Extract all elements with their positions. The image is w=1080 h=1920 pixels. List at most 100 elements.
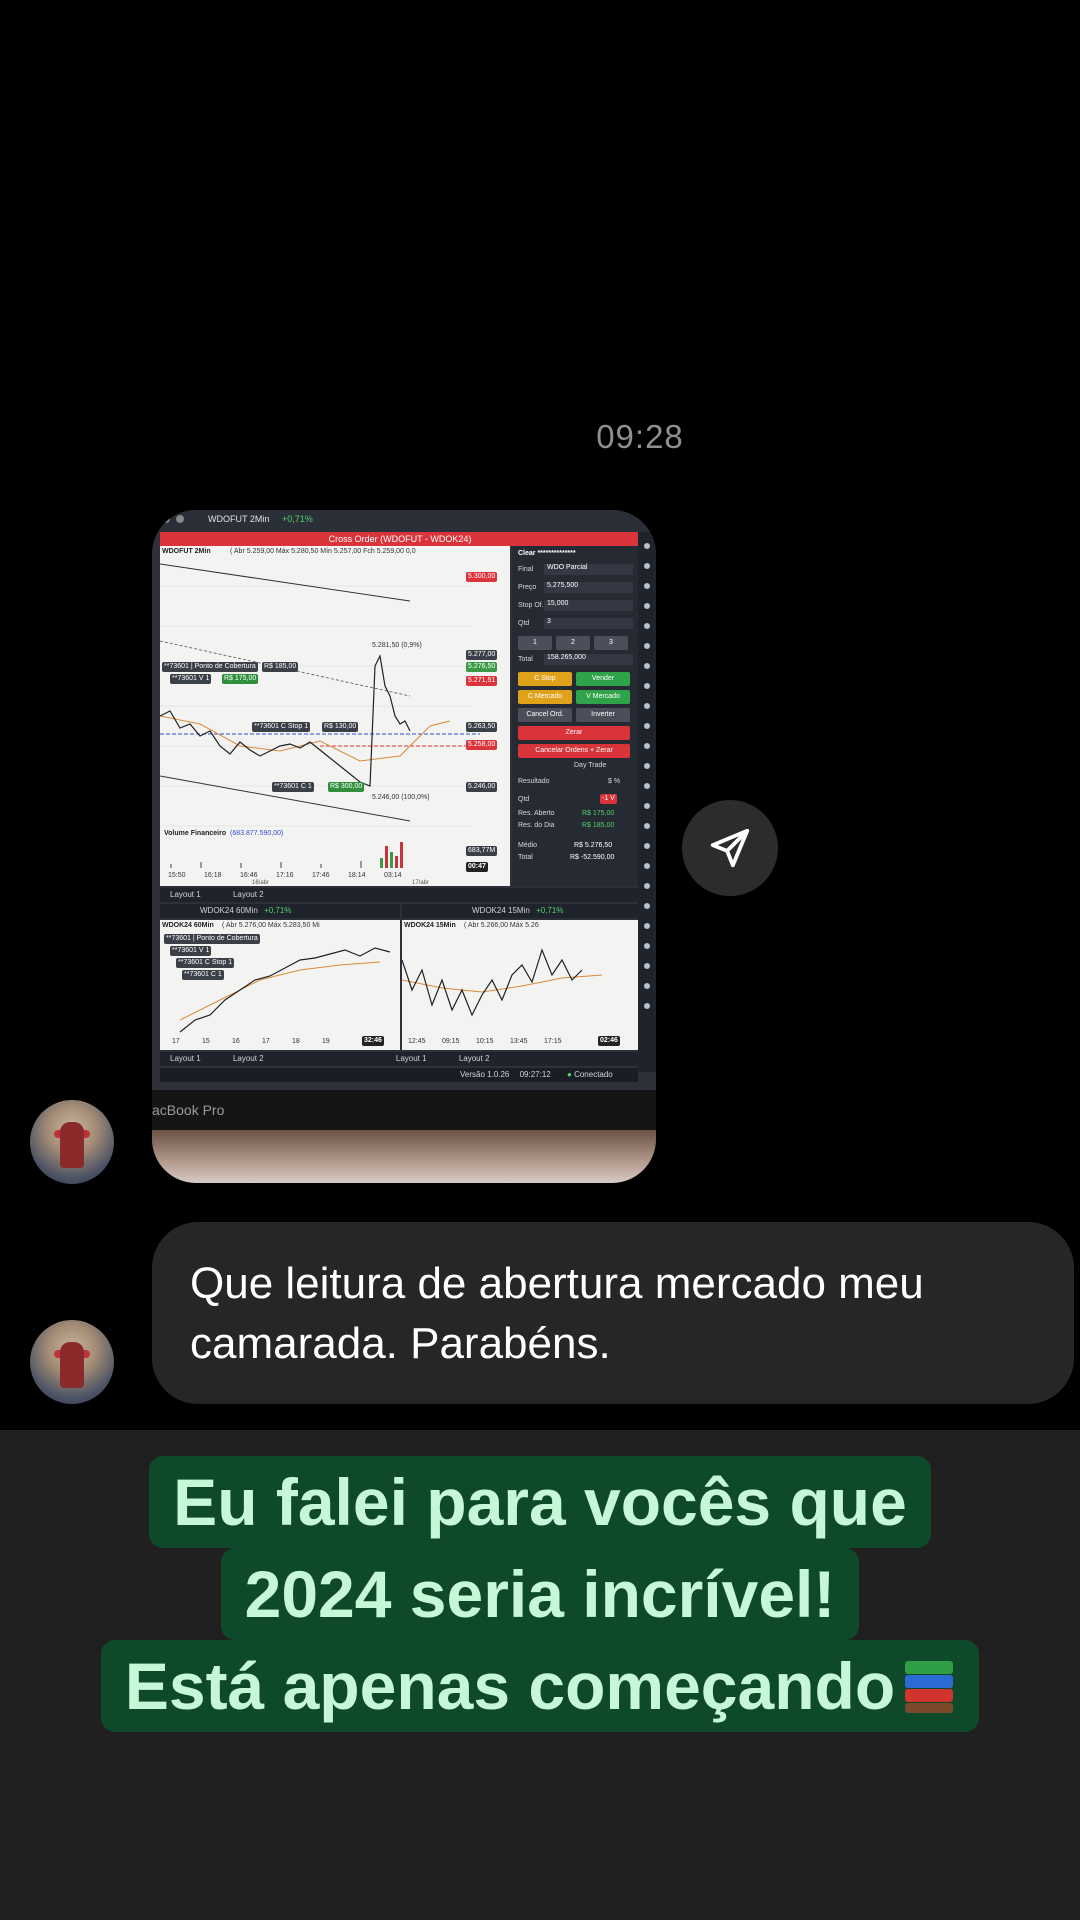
laptop-brand: acBook Pro [152,1102,225,1118]
sub-right-tick: 13:45 [510,1038,528,1045]
order-panel: Clear ************** Final WDO Parcial P… [512,546,638,886]
sub-label-cstop: **73601 C Stop 1 [176,958,235,968]
qtd-label: Qtd [518,796,530,803]
sub-right-clock: 02:46 [598,1036,620,1046]
tab-change: +0,71% [264,906,292,915]
total2-label: Total [518,854,533,861]
res-aberto-value: R$ 175,00 [582,810,615,817]
tab-change: +0,71% [282,514,313,524]
window-control-icon [176,515,184,523]
total-field: 158.265,000 [544,654,633,665]
caption-line-3-row: Está apenas começando [0,1640,1080,1732]
window-control-icon [162,515,170,523]
vender-button: Vender [576,672,630,686]
qtd-value: -1 V [600,794,617,804]
strategy-select: WDO Parcial [544,564,633,575]
c-stop-button: C Stop [518,672,572,686]
status-time: 09:27:12 [519,1070,551,1079]
share-button[interactable] [682,800,778,896]
layout-tab-2: Layout 2 [232,890,264,899]
stop-label: Stop Of. [518,602,544,609]
stop-field: 15,000 [544,600,633,611]
medio-value: R$ 5.276,50 [574,842,613,849]
field-label: Final [518,566,534,573]
chart-title: WDOFUT 2Min [162,548,211,555]
date-tick: 16/abr [252,880,270,886]
layout-tab-1: Layout 1 [170,890,201,899]
sub-left-ohlc: ( Abr 5.276,00 Máx 5.283,50 Mi [222,922,320,929]
order-label-cobertura: **73601 | Ponto de Cobertura [162,662,258,672]
price-tag: 5.263,50 [466,722,498,732]
sub-right-tick: 17:15 [544,1038,562,1045]
price-tag: 5.246,00 [466,782,498,792]
low-label: 5.246,00 (100,0%) [372,794,430,801]
connection-status: Conectado [574,1070,613,1079]
sub-right-tick: 10:15 [476,1038,494,1045]
price-label: Preço [518,584,537,591]
resultado-units: $ % [608,778,621,785]
main-chart: WDOFUT 2Min ( Abr 5.259,00 Máx 5.280,50 … [160,546,510,886]
sub-right-title: WDOK24 15Min [404,922,456,929]
avatar[interactable] [30,1320,114,1404]
cancelar-zerar-button: Cancelar Ordens + Zerar [518,744,630,758]
caption-line-3-wrap: Está apenas começando [100,1640,980,1732]
desk-surface [152,1130,656,1183]
sub-left-tick: 16 [232,1038,240,1045]
books-emoji-icon [903,1659,955,1715]
qty-button-1: 1 [518,636,552,650]
tab-wdok24-60min: WDOK24 60Min [200,906,258,915]
time-tick: 17:16 [276,872,294,879]
toolbar-icons [644,543,650,1009]
sub-chart-15min-svg [402,948,603,1017]
date-tick: 17/abr [412,880,430,886]
sub-left-tick: 17 [262,1038,270,1045]
order-value-v1: R$ 175,00 [222,674,259,684]
caption-line-1: Eu falei para vocês que [149,1456,931,1548]
resultado-label: Resultado [518,778,550,785]
res-aberto-label: Res. Aberto [518,810,555,817]
sub-label-v1: **73601 V 1 [170,946,212,956]
status-bar: Versão 1.0.26 09:27:12 ● Conectado [160,1068,638,1082]
layout-tab-2: Layout 2 [232,1054,264,1063]
avatar[interactable] [30,1100,114,1184]
order-label-v1: **73601 V 1 [170,674,212,684]
sub-left-tabbar: WDOK24 60Min +0,71% [160,904,400,918]
day-trade-checkbox: Day Trade [574,762,607,769]
sub-left-tick: 19 [322,1038,330,1045]
window-tab-bar: WDOFUT 2Min +0,71% [152,510,656,532]
sub-chart-60min: WDOK24 60Min ( Abr 5.276,00 Máx 5.283,50… [160,920,400,1050]
price-tag: 5.276,50 [466,662,498,672]
caption-line-2: 2024 seria incrível! [220,1548,860,1640]
time-tick: 18:14 [348,872,366,879]
time-tick: 16:18 [204,872,222,879]
inverter-button: Inverter [576,708,630,722]
paper-plane-icon [710,828,750,868]
peak-label: 5.281,50 (0,9%) [372,642,422,649]
price-tag: 5.271,51 [466,676,498,686]
caption-line-3: Está apenas começando [124,1649,896,1723]
zerar-button: Zerar [518,726,630,740]
total2-value: R$ -52.590,00 [570,854,615,861]
price-tag: 5.258,00 [466,740,498,750]
message-text: Que leitura de abertura mercado meu cama… [190,1259,924,1368]
sub-label-c1: **73601 C 1 [182,970,224,980]
shared-photo[interactable]: WDOFUT 2Min +0,71% Cross Order (WDOFUT -… [152,510,656,1183]
trading-platform-window: WDOFUT 2Min +0,71% Cross Order (WDOFUT -… [152,510,656,1090]
tab-wdok24-15min: WDOK24 15Min [472,906,530,915]
qty-label: Qtd [518,620,530,627]
order-value-c1: R$ 300,00 [328,782,365,792]
v-mercado-button: V Mercado [576,690,630,704]
layout-tabs-bottom: Layout 1 Layout 2 Layout 1 Layout 2 [160,1052,638,1066]
chart-clock: 00:47 [466,862,488,872]
sub-right-tick: 09:15 [442,1038,460,1045]
price-tag: 5.300,00 [466,572,498,582]
layout-tab-1: Layout 1 [170,1054,201,1063]
time-tick: 17:46 [312,872,330,879]
account-selector: Clear ************** [518,550,576,557]
message-timestamp: 09:28 [596,418,684,455]
message-bubble[interactable]: Que leitura de abertura mercado meu cama… [152,1222,1074,1404]
caption-line-2-row: 2024 seria incrível! [0,1548,1080,1640]
sub-right-ohlc: ( Abr 5.266,00 Máx 5.26 [464,922,539,929]
sub-label-cobertura: **73601 | Ponto de Cobertura [164,934,260,944]
order-label-cstop: **73601 C Stop 1 [252,722,311,732]
